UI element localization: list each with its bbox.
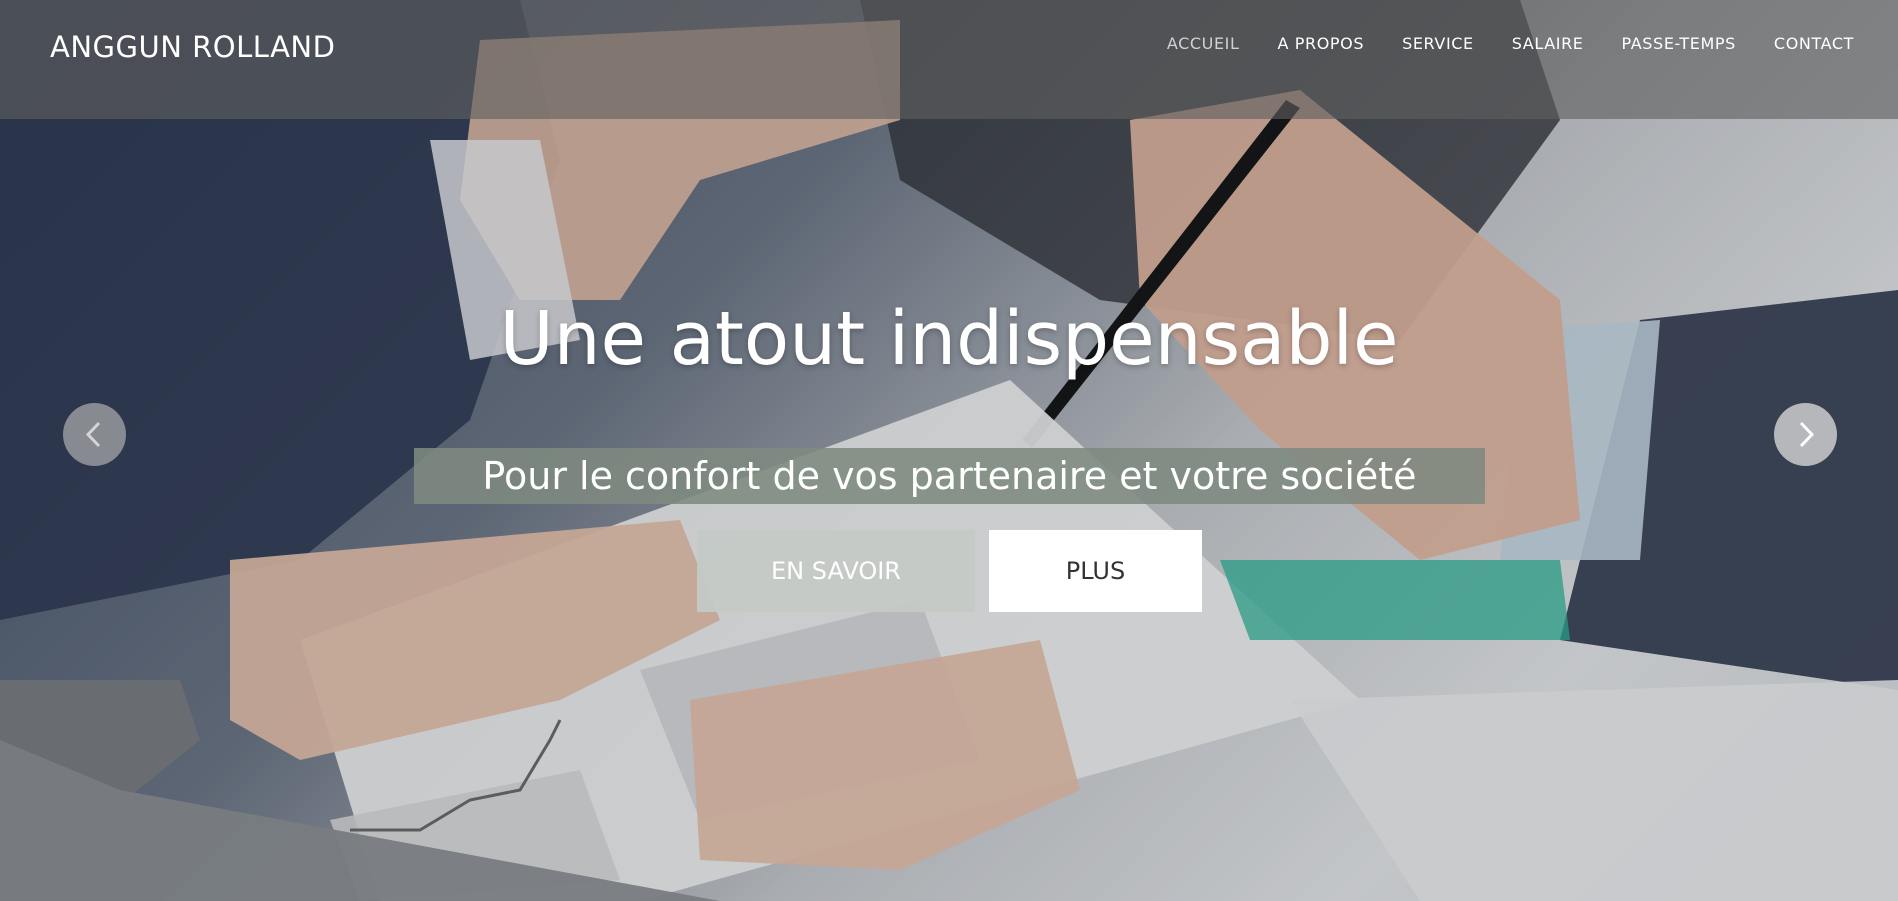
main-nav: ACCUEIL A PROPOS SERVICE SALAIRE PASSE-T…	[1129, 34, 1854, 53]
nav-item-salaire[interactable]: SALAIRE	[1512, 34, 1584, 53]
nav-item-passe-temps[interactable]: PASSE-TEMPS	[1622, 34, 1736, 53]
top-navbar: ANGGUN ROLLAND ACCUEIL A PROPOS SERVICE …	[0, 0, 1898, 119]
nav-item-service[interactable]: SERVICE	[1402, 34, 1474, 53]
nav-item-accueil[interactable]: ACCUEIL	[1167, 34, 1240, 53]
carousel-prev-button[interactable]	[63, 403, 126, 466]
nav-item-contact[interactable]: CONTACT	[1774, 34, 1854, 53]
chevron-left-icon	[85, 421, 101, 448]
carousel-next-button[interactable]	[1774, 403, 1837, 466]
hero-title: Une atout indispensable	[499, 296, 1399, 382]
hero-subtitle: Pour le confort de vos partenaire et vot…	[414, 448, 1485, 504]
chevron-right-icon	[1799, 421, 1815, 448]
brand-logo[interactable]: ANGGUN ROLLAND	[50, 30, 335, 64]
plus-button[interactable]: PLUS	[989, 530, 1202, 612]
nav-item-a-propos[interactable]: A PROPOS	[1278, 34, 1365, 53]
learn-more-button[interactable]: EN SAVOIR	[697, 530, 975, 612]
